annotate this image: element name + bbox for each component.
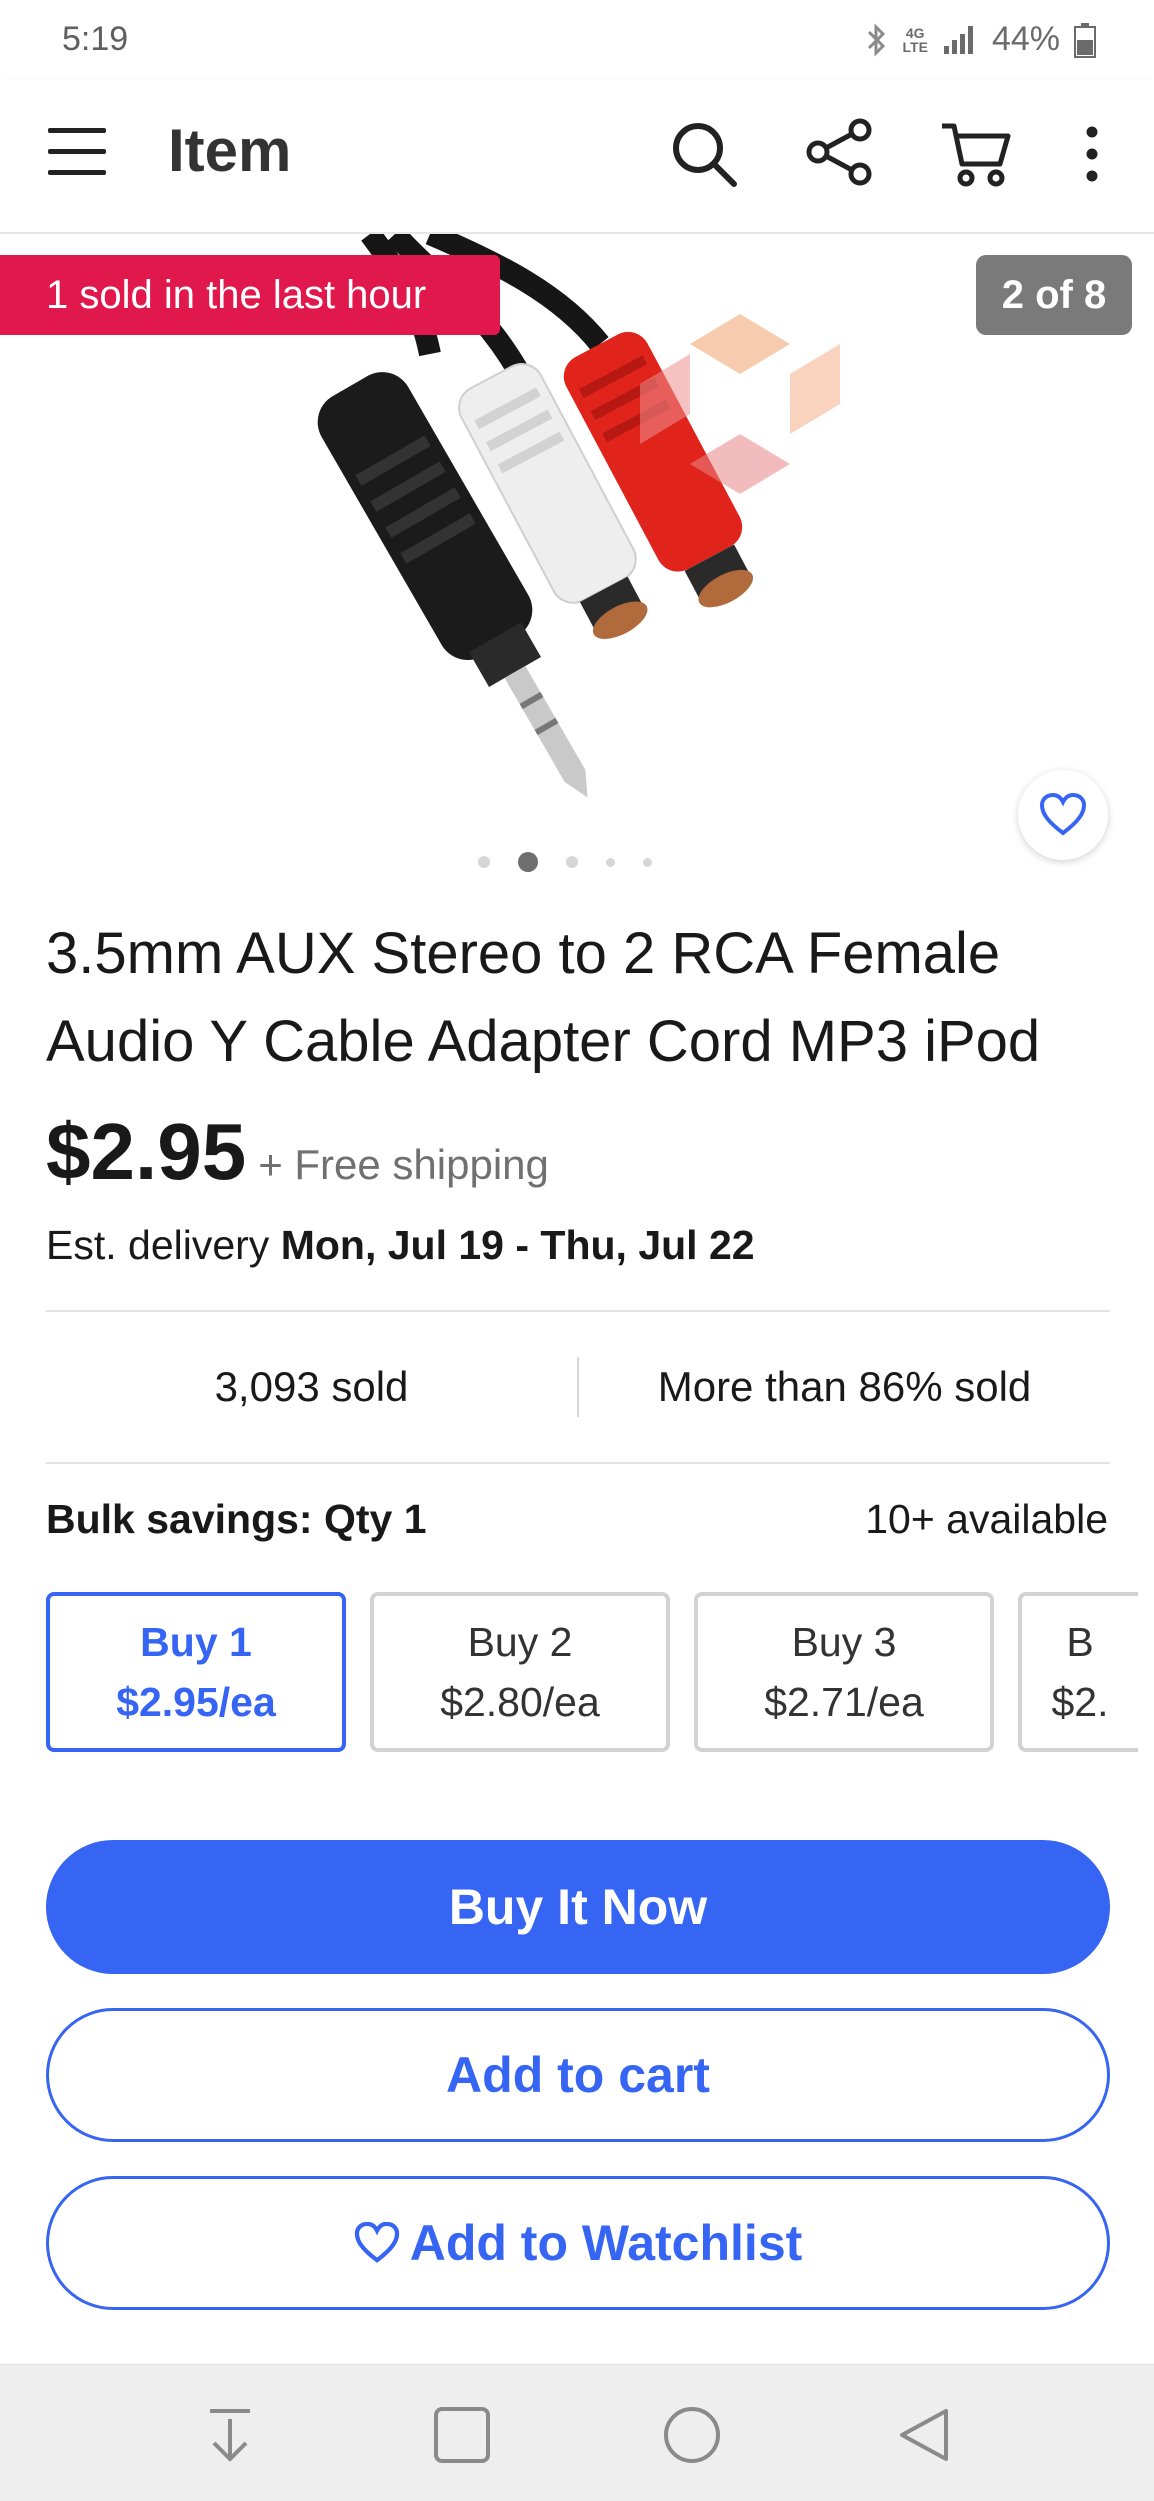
add-to-watchlist-button[interactable]: Add to Watchlist bbox=[46, 2176, 1110, 2310]
buy-it-now-button[interactable]: Buy It Now bbox=[46, 1840, 1110, 1974]
battery-icon bbox=[1074, 22, 1096, 58]
sold-stats: 3,093 sold More than 86% sold bbox=[46, 1312, 1110, 1462]
menu-icon[interactable] bbox=[46, 124, 108, 180]
signal-icon bbox=[943, 25, 973, 54]
bluetooth-icon bbox=[867, 22, 885, 57]
bulk-qty: Buy 3 bbox=[791, 1619, 897, 1665]
bulk-savings-label: Bulk savings: Qty 1 bbox=[46, 1496, 427, 1542]
app-bar: Item bbox=[0, 80, 1154, 234]
system-nav-bar bbox=[0, 2364, 1154, 2501]
shipping: + Free shipping bbox=[258, 1141, 549, 1188]
delivery-estimate: Est. delivery Mon, Jul 19 - Thu, Jul 22 bbox=[46, 1222, 755, 1269]
delivery-label: Est. delivery bbox=[46, 1222, 270, 1268]
watch-heart-button[interactable] bbox=[1018, 770, 1108, 860]
heart-icon bbox=[1039, 793, 1087, 836]
bulk-options: Buy 1 $2.95/ea Buy 2 $2.80/ea Buy 3 $2.7… bbox=[46, 1592, 1138, 1752]
share-icon[interactable] bbox=[804, 116, 876, 188]
watchlist-label: Add to Watchlist bbox=[409, 2215, 803, 2271]
cart-icon[interactable] bbox=[940, 118, 1012, 190]
battery-percent: 44% bbox=[991, 20, 1060, 58]
back-icon[interactable] bbox=[894, 2405, 954, 2465]
page-dot[interactable] bbox=[478, 856, 490, 868]
page-title: Item bbox=[168, 117, 292, 184]
bulk-qty: Buy 2 bbox=[467, 1619, 573, 1665]
status-icons: 4G LTE 44% bbox=[865, 20, 1096, 59]
price: $2.95 bbox=[46, 1107, 247, 1196]
bulk-price: $2.95/ea bbox=[116, 1679, 276, 1725]
home-icon[interactable] bbox=[662, 2405, 722, 2465]
percent-sold: More than 86% sold bbox=[657, 1363, 1032, 1410]
heart-icon bbox=[354, 2222, 399, 2263]
divider bbox=[46, 1462, 1110, 1464]
sold-count: 3,093 sold bbox=[214, 1363, 409, 1410]
search-icon[interactable] bbox=[668, 118, 740, 190]
bulk-option-4[interactable]: B $2. bbox=[1018, 1592, 1138, 1752]
bulk-price: $2.80/ea bbox=[440, 1679, 600, 1725]
page-dot-active[interactable] bbox=[518, 852, 538, 872]
price-row: $2.95 + Free shipping bbox=[46, 1106, 549, 1198]
recents-icon[interactable] bbox=[432, 2405, 492, 2465]
bulk-price: $2.71/ea bbox=[764, 1679, 924, 1725]
bulk-option-3[interactable]: Buy 3 $2.71/ea bbox=[694, 1592, 994, 1752]
status-time: 5:19 bbox=[62, 20, 129, 58]
bulk-option-2[interactable]: Buy 2 $2.80/ea bbox=[370, 1592, 670, 1752]
product-title: 3.5mm AUX Stereo to 2 RCA Female Audio Y… bbox=[46, 921, 1041, 1074]
status-bar: 5:19 4G LTE 44% bbox=[0, 0, 1154, 80]
availability: 10+ available bbox=[865, 1496, 1108, 1542]
bulk-option-1[interactable]: Buy 1 $2.95/ea bbox=[46, 1592, 346, 1752]
page-dot[interactable] bbox=[606, 857, 615, 867]
page-dot[interactable] bbox=[643, 857, 652, 867]
gallery-pagination bbox=[478, 852, 652, 872]
bulk-qty: B bbox=[1066, 1619, 1094, 1665]
page-dot[interactable] bbox=[566, 856, 578, 868]
image-counter: 2 of 8 bbox=[976, 255, 1132, 335]
network-icon: 4G LTE bbox=[902, 24, 928, 55]
bulk-qty: Buy 1 bbox=[140, 1619, 252, 1665]
download-icon[interactable] bbox=[200, 2405, 260, 2465]
more-options-icon[interactable] bbox=[1074, 122, 1110, 186]
bulk-price: $2. bbox=[1051, 1679, 1109, 1725]
sold-badge: 1 sold in the last hour bbox=[0, 255, 500, 335]
add-to-cart-button[interactable]: Add to cart bbox=[46, 2008, 1110, 2142]
delivery-dates: Mon, Jul 19 - Thu, Jul 22 bbox=[280, 1222, 755, 1268]
